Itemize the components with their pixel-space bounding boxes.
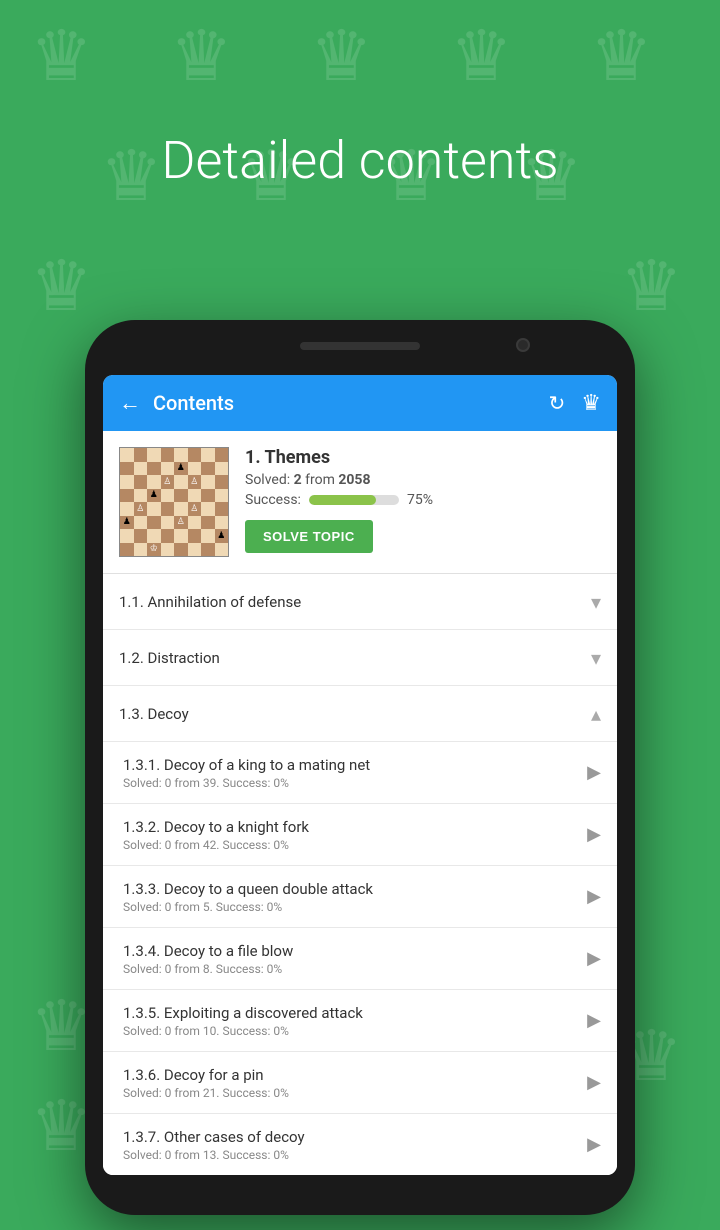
section-item-1-3-6[interactable]: 1.3.6. Decoy for a pin Solved: 0 from 21… bbox=[103, 1052, 617, 1114]
chevron-down-icon-1-2: ▾ bbox=[591, 646, 601, 670]
svg-text:♛: ♛ bbox=[30, 246, 93, 328]
topic-info: 1. Themes Solved: 2 from 2058 Success: 7… bbox=[245, 447, 601, 553]
section-title-1-3: 1.3. Decoy bbox=[119, 705, 591, 723]
success-row: Success: 75% bbox=[245, 492, 601, 508]
section-subtitle-1-3-4: Solved: 0 from 8. Success: 0% bbox=[123, 962, 579, 976]
page-title: Detailed contents bbox=[0, 130, 720, 191]
section-title-1-3-4: 1.3.4. Decoy to a file blow bbox=[123, 942, 579, 960]
topic-solved-text: Solved: 2 from 2058 bbox=[245, 472, 601, 488]
svg-text:♛: ♛ bbox=[170, 16, 233, 98]
section-item-1-2[interactable]: 1.2. Distraction ▾ bbox=[103, 630, 617, 686]
section-title-1-3-2: 1.3.2. Decoy to a knight fork bbox=[123, 818, 579, 836]
section-label-1-3-4: 1.3.4. Decoy to a file blow Solved: 0 fr… bbox=[123, 942, 579, 976]
svg-text:♛: ♛ bbox=[450, 16, 513, 98]
section-label-1-1: 1.1. Annihilation of defense bbox=[119, 593, 591, 611]
solved-from: from bbox=[305, 472, 338, 488]
chevron-down-icon-1-1: ▾ bbox=[591, 590, 601, 614]
section-label-1-3-3: 1.3.3. Decoy to a queen double attack So… bbox=[123, 880, 579, 914]
section-title-1-3-1: 1.3.1. Decoy of a king to a mating net bbox=[123, 756, 579, 774]
app-bar: ← Contents ↻ ♛ bbox=[103, 375, 617, 431]
chess-board-thumbnail: ♟♙♙♟♙♙♟♙♟♔ bbox=[119, 447, 229, 557]
phone-frame: ← Contents ↻ ♛ ♟♙♙♟♙♙♟♙♟♔ 1. Themes Solv… bbox=[85, 320, 635, 1215]
play-icon-1-3-3: ▶ bbox=[587, 886, 601, 907]
section-title-1-3-3: 1.3.3. Decoy to a queen double attack bbox=[123, 880, 579, 898]
progress-bar-background bbox=[309, 495, 399, 505]
phone-speaker bbox=[300, 342, 420, 350]
section-subtitle-1-3-1: Solved: 0 from 39. Success: 0% bbox=[123, 776, 579, 790]
section-item-1-1[interactable]: 1.1. Annihilation of defense ▾ bbox=[103, 574, 617, 630]
progress-percentage: 75% bbox=[407, 492, 433, 508]
section-item-1-3-7[interactable]: 1.3.7. Other cases of decoy Solved: 0 fr… bbox=[103, 1114, 617, 1175]
section-title-1-3-6: 1.3.6. Decoy for a pin bbox=[123, 1066, 579, 1084]
topic-title: 1. Themes bbox=[245, 447, 601, 468]
phone-camera bbox=[516, 338, 530, 352]
app-bar-title: Contents bbox=[153, 391, 537, 415]
section-item-1-3-3[interactable]: 1.3.3. Decoy to a queen double attack So… bbox=[103, 866, 617, 928]
solve-topic-button[interactable]: SOLVE TOPIC bbox=[245, 520, 373, 553]
app-bar-actions: ↻ ♛ bbox=[549, 391, 602, 416]
svg-text:♛: ♛ bbox=[620, 246, 683, 328]
svg-text:♛: ♛ bbox=[30, 1086, 93, 1168]
solved-count: 2 bbox=[294, 472, 302, 488]
solved-total: 2058 bbox=[338, 472, 370, 488]
play-icon-1-3-7: ▶ bbox=[587, 1134, 601, 1155]
section-label-1-3-5: 1.3.5. Exploiting a discovered attack So… bbox=[123, 1004, 579, 1038]
section-item-1-3-4[interactable]: 1.3.4. Decoy to a file blow Solved: 0 fr… bbox=[103, 928, 617, 990]
section-subtitle-1-3-3: Solved: 0 from 5. Success: 0% bbox=[123, 900, 579, 914]
svg-text:♛: ♛ bbox=[30, 16, 93, 98]
section-title-1-2: 1.2. Distraction bbox=[119, 649, 591, 667]
section-item-1-3-1[interactable]: 1.3.1. Decoy of a king to a mating net S… bbox=[103, 742, 617, 804]
section-label-1-3-7: 1.3.7. Other cases of decoy Solved: 0 fr… bbox=[123, 1128, 579, 1162]
chevron-up-icon-1-3: ▴ bbox=[591, 702, 601, 726]
back-button[interactable]: ← bbox=[119, 390, 141, 416]
section-title-1-3-7: 1.3.7. Other cases of decoy bbox=[123, 1128, 579, 1146]
section-label-1-3-6: 1.3.6. Decoy for a pin Solved: 0 from 21… bbox=[123, 1066, 579, 1100]
play-icon-1-3-1: ▶ bbox=[587, 762, 601, 783]
refresh-icon[interactable]: ↻ bbox=[549, 391, 566, 415]
section-subtitle-1-3-6: Solved: 0 from 21. Success: 0% bbox=[123, 1086, 579, 1100]
section-subtitle-1-3-7: Solved: 0 from 13. Success: 0% bbox=[123, 1148, 579, 1162]
section-item-1-3-5[interactable]: 1.3.5. Exploiting a discovered attack So… bbox=[103, 990, 617, 1052]
section-label-1-3-2: 1.3.2. Decoy to a knight fork Solved: 0 … bbox=[123, 818, 579, 852]
section-subtitle-1-3-5: Solved: 0 from 10. Success: 0% bbox=[123, 1024, 579, 1038]
play-icon-1-3-4: ▶ bbox=[587, 948, 601, 969]
topic-card: ♟♙♙♟♙♙♟♙♟♔ 1. Themes Solved: 2 from 2058… bbox=[103, 431, 617, 574]
solved-label: Solved: bbox=[245, 472, 290, 488]
section-label-1-2: 1.2. Distraction bbox=[119, 649, 591, 667]
section-list: 1.1. Annihilation of defense ▾ 1.2. Dist… bbox=[103, 574, 617, 1175]
play-icon-1-3-6: ▶ bbox=[587, 1072, 601, 1093]
section-subtitle-1-3-2: Solved: 0 from 42. Success: 0% bbox=[123, 838, 579, 852]
svg-text:♛: ♛ bbox=[310, 16, 373, 98]
crown-icon[interactable]: ♛ bbox=[581, 391, 601, 416]
play-icon-1-3-5: ▶ bbox=[587, 1010, 601, 1031]
success-label: Success: bbox=[245, 492, 301, 508]
section-item-1-3[interactable]: 1.3. Decoy ▴ bbox=[103, 686, 617, 742]
section-label-1-3-1: 1.3.1. Decoy of a king to a mating net S… bbox=[123, 756, 579, 790]
svg-text:♛: ♛ bbox=[590, 16, 653, 98]
phone-screen: ← Contents ↻ ♛ ♟♙♙♟♙♙♟♙♟♔ 1. Themes Solv… bbox=[103, 375, 617, 1175]
section-title-1-1: 1.1. Annihilation of defense bbox=[119, 593, 591, 611]
svg-text:♛: ♛ bbox=[30, 986, 93, 1068]
progress-bar-fill bbox=[309, 495, 377, 505]
section-item-1-3-2[interactable]: 1.3.2. Decoy to a knight fork Solved: 0 … bbox=[103, 804, 617, 866]
play-icon-1-3-2: ▶ bbox=[587, 824, 601, 845]
section-title-1-3-5: 1.3.5. Exploiting a discovered attack bbox=[123, 1004, 579, 1022]
section-label-1-3: 1.3. Decoy bbox=[119, 705, 591, 723]
